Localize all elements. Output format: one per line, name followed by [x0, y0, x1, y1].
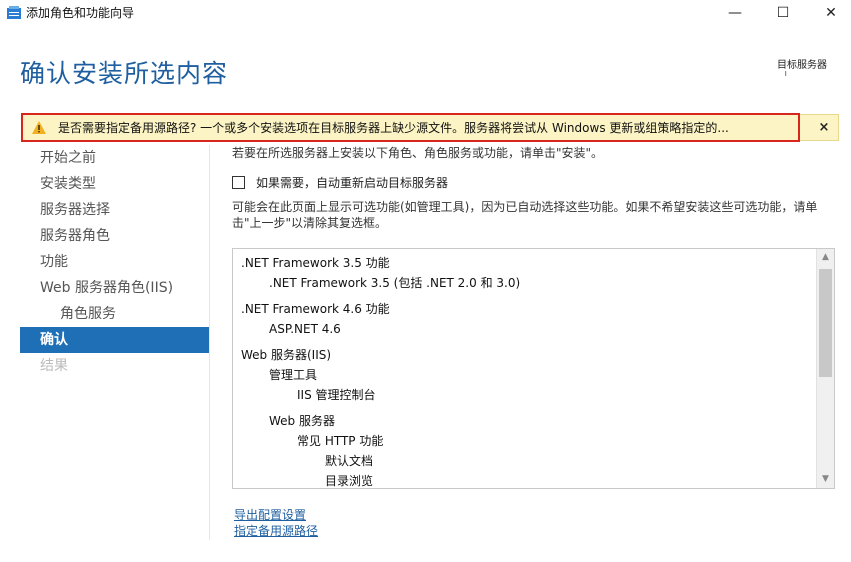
warning-close-button[interactable]: × [815, 120, 833, 136]
feature-item: 常见 HTTP 功能 [297, 434, 384, 448]
target-server-value: ı [784, 69, 787, 79]
feature-item: .NET Framework 3.5 (包括 .NET 2.0 和 3.0) [269, 276, 521, 290]
nav-item-web-server-role[interactable]: Web 服务器角色(IIS) [20, 275, 209, 301]
page-title: 确认安装所选内容 [20, 59, 229, 88]
minimize-button[interactable]: — [712, 0, 758, 26]
warning-banner: 是否需要指定备用源路径? 一个或多个安装选项在目标服务器上缺少源文件。服务器将尝… [21, 114, 839, 141]
feature-item: Web 服务器(IIS) [241, 348, 332, 362]
wizard-nav: 开始之前 安装类型 服务器选择 服务器角色 功能 Web 服务器角色(IIS) … [20, 145, 209, 379]
optional-features-note: 可能会在此页面上显示可选功能(如管理工具)，因为已自动选择这些功能。如果不希望安… [232, 200, 818, 230]
content-divider [209, 145, 210, 540]
nav-item-server-selection[interactable]: 服务器选择 [20, 197, 209, 223]
feature-item: 默认文档 [325, 454, 374, 468]
window-title: 添加角色和功能向导 [26, 6, 135, 20]
close-button[interactable]: ✕ [808, 0, 851, 26]
feature-item: 管理工具 [269, 368, 318, 382]
warning-text[interactable]: 是否需要指定备用源路径? 一个或多个安装选项在目标服务器上缺少源文件。服务器将尝… [58, 120, 729, 136]
nav-item-role-services[interactable]: 角色服务 [20, 301, 209, 327]
nav-item-before-you-begin[interactable]: 开始之前 [20, 145, 209, 171]
intro-text: 若要在所选服务器上安装以下角色、角色服务或功能，请单击"安装"。 [232, 146, 604, 160]
restart-option[interactable]: 如果需要，自动重新启动目标服务器 [232, 174, 448, 191]
maximize-button[interactable]: ☐ [760, 0, 806, 26]
restart-label[interactable]: 如果需要，自动重新启动目标服务器 [256, 174, 448, 191]
feature-item: IIS 管理控制台 [297, 388, 376, 402]
feature-item: Web 服务器 [269, 414, 335, 428]
nav-item-features[interactable]: 功能 [20, 249, 209, 275]
title-bar: 添加角色和功能向导 — ☐ ✕ [0, 0, 851, 26]
server-manager-icon [7, 6, 21, 19]
nav-item-results: 结果 [40, 358, 68, 374]
scroll-down-icon[interactable]: ▼ [817, 471, 834, 488]
scroll-up-icon[interactable]: ▲ [817, 249, 834, 266]
feature-list: .NET Framework 3.5 功能 .NET Framework 3.5… [233, 249, 816, 488]
nav-item-confirmation[interactable]: 确认 [20, 327, 209, 353]
export-config-link[interactable]: 导出配置设置 [234, 506, 306, 523]
feature-list-scrollbar[interactable]: ▲ ▼ [816, 249, 834, 488]
warning-triangle-icon [32, 121, 46, 134]
feature-item: .NET Framework 3.5 功能 [241, 256, 390, 270]
feature-item: .NET Framework 4.6 功能 [241, 302, 390, 316]
feature-item: ASP.NET 4.6 [269, 322, 341, 336]
feature-item: 目录浏览 [325, 474, 374, 488]
restart-checkbox[interactable] [232, 176, 245, 189]
nav-item-server-roles[interactable]: 服务器角色 [20, 223, 209, 249]
alternate-source-link[interactable]: 指定备用源路径 [234, 522, 318, 539]
nav-item-installation-type[interactable]: 安装类型 [20, 171, 209, 197]
feature-list-box: .NET Framework 3.5 功能 .NET Framework 3.5… [232, 248, 835, 489]
scroll-thumb[interactable] [819, 269, 832, 377]
